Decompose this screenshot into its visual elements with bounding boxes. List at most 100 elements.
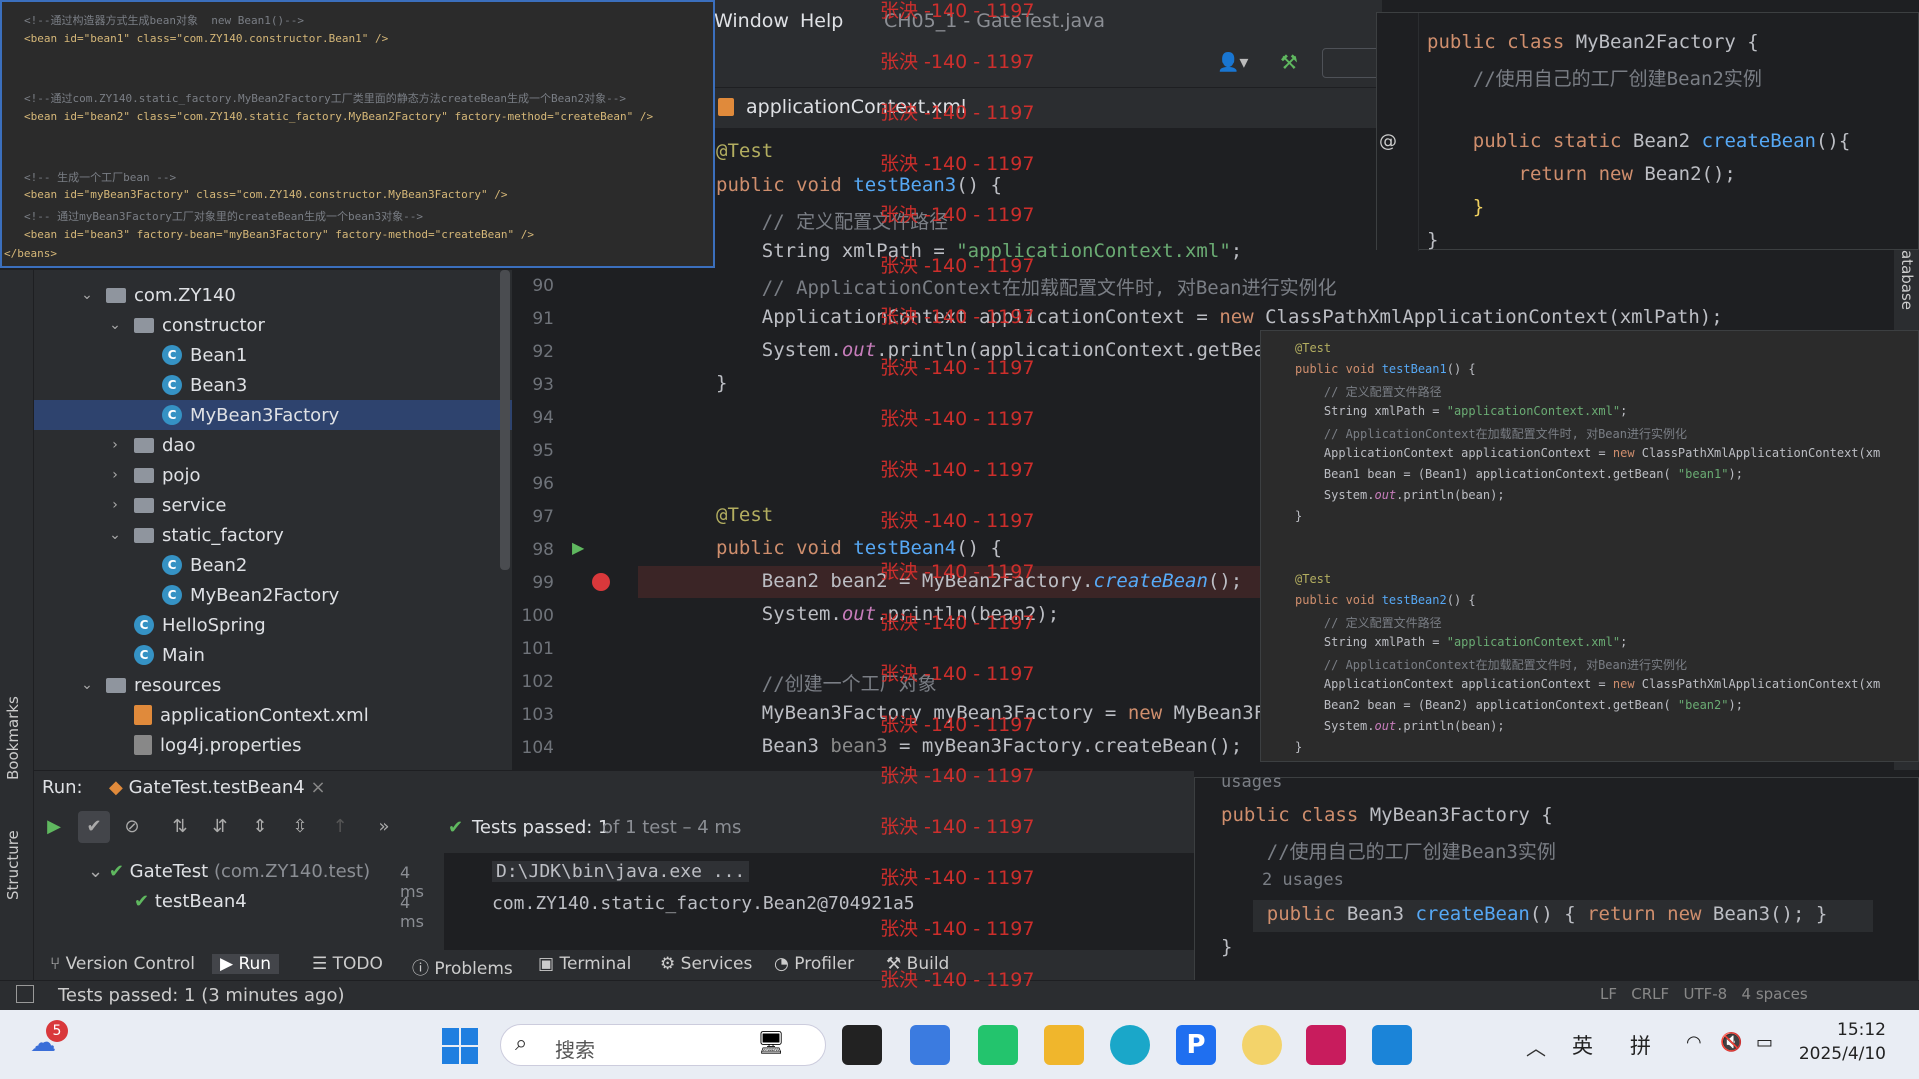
menu-help[interactable]: Help [800, 10, 843, 32]
tree-item[interactable]: C HelloSpring [34, 610, 512, 640]
test-methods-overlay: @Test public void testBean1() { // 定义配置文… [1260, 330, 1919, 762]
line-number: 91 [532, 309, 554, 329]
code-line: // 定义配置文件路径 [1323, 385, 1442, 399]
tree-item[interactable]: ⌄ static_factory [34, 520, 512, 550]
code-line: public class MyBean2Factory { [1427, 31, 1759, 53]
edge-browser-icon[interactable] [1110, 1025, 1150, 1065]
layout-icon[interactable] [16, 985, 34, 1003]
tree-item[interactable]: ⌄ constructor [34, 310, 512, 340]
app-icon-p[interactable]: P [1176, 1025, 1216, 1065]
code-line: System.out.println(bean); [1295, 719, 1505, 733]
chevron-down-icon[interactable]: ⌄ [80, 287, 94, 303]
chevron-right-icon[interactable]: › [108, 467, 122, 483]
store-icon[interactable] [910, 1025, 950, 1065]
watermark-text: 张泱 -140 - 1197 [880, 918, 1035, 940]
tree-item[interactable]: log4j.properties [34, 730, 512, 760]
tab-problems[interactable]: ⓘ Problems [412, 954, 513, 979]
battery-icon[interactable]: ▭ [1756, 1032, 1773, 1053]
rerun-icon[interactable]: ▶ [38, 811, 70, 843]
tab-terminal[interactable]: ▣ Terminal [538, 954, 631, 974]
tree-item[interactable]: › service [34, 490, 512, 520]
xml-line: <!-- 通过myBean3Factory工厂对象里的createBean生成一… [24, 210, 424, 223]
watermark-text: 张泱 -140 - 1197 [880, 408, 1035, 430]
code-line: // ApplicationContext在加载配置文件时, 对Bean进行实例… [1323, 658, 1687, 672]
tree-item[interactable]: › dao [34, 430, 512, 460]
chevron-right-icon[interactable]: › [108, 497, 122, 513]
tree-item[interactable]: ⌄ resources [34, 670, 512, 700]
mute-icon[interactable]: 🔇 [1720, 1032, 1742, 1053]
file-explorer-icon[interactable] [1044, 1025, 1084, 1065]
suite-package: (com.ZY140.test) [208, 861, 371, 882]
tab-todo[interactable]: ☰ TODO [312, 954, 383, 974]
xml-file-icon [134, 705, 152, 725]
tree-item[interactable]: C MyBean3Factory [34, 400, 512, 430]
app-icon-shell[interactable] [1242, 1025, 1282, 1065]
run-tab[interactable]: ◆ GateTest.testBean4 × [109, 777, 326, 798]
ime-mode[interactable]: 拼 [1630, 1030, 1651, 1060]
test-case-label: testBean4 [154, 891, 247, 912]
tab-version-control[interactable]: ⑂ Version Control [50, 954, 195, 974]
code-line: String xmlPath = "applicationContext.xml… [1295, 635, 1628, 649]
collapse-all-icon[interactable]: ⇳ [284, 811, 316, 843]
sort-duration-icon[interactable]: ⇵ [204, 811, 236, 843]
run-test-icon[interactable]: ▶ [572, 538, 588, 557]
project-scrollbar[interactable] [500, 270, 510, 570]
project-tree[interactable]: ⌄ com.ZY140 ⌄ constructor C Bean1 C Bean3 C MyBea… [34, 270, 512, 770]
intellij-idea-icon[interactable] [1306, 1025, 1346, 1065]
chevron-down-icon[interactable]: ⌄ [108, 317, 122, 333]
run-config-selector[interactable] [1322, 48, 1382, 78]
menu-window[interactable]: Window [714, 10, 789, 32]
test-tree[interactable]: ⌄ ✔ GateTest (com.ZY140.test) 4 ms ✔ tes… [78, 853, 438, 951]
main-toolbar: 👤▾ ⚒ [712, 40, 1382, 88]
close-icon[interactable]: × [310, 777, 325, 798]
tree-item[interactable]: › pojo [34, 460, 512, 490]
database-tab[interactable]: atabase [1898, 250, 1916, 310]
show-passed-icon[interactable]: ✔ [78, 811, 110, 843]
user-icon[interactable]: 👤▾ [1217, 52, 1248, 73]
tree-item[interactable]: C MyBean2Factory [34, 580, 512, 610]
tree-item[interactable]: C Main [34, 640, 512, 670]
xml-line: <!--通过构造器方式生成bean对象 new Bean1()--> [24, 14, 304, 27]
windows-start-icon[interactable] [442, 1028, 478, 1064]
test-suite-row[interactable]: ⌄ ✔ GateTest (com.ZY140.test) [88, 861, 370, 882]
build-hammer-icon[interactable]: ⚒ [1280, 50, 1298, 74]
wifi-icon[interactable]: ◠ [1686, 1032, 1702, 1053]
clock-time[interactable]: 15:12 [1806, 1020, 1886, 1040]
code-line: public class MyBean3Factory { [1221, 804, 1553, 826]
tab-services[interactable]: ⚙ Services [660, 954, 752, 974]
task-view-icon[interactable] [842, 1025, 882, 1065]
app-icon-green[interactable] [978, 1025, 1018, 1065]
console-output[interactable]: D:\JDK\bin\java.exe ... com.ZY140.static… [444, 853, 1194, 951]
structure-tab[interactable]: Structure [4, 830, 22, 900]
chevron-right-icon[interactable]: › [108, 437, 122, 453]
up-icon[interactable]: ↑ [324, 811, 356, 843]
line-number: 100 [521, 606, 554, 626]
breakpoint-icon[interactable] [592, 573, 610, 591]
chevron-up-icon[interactable]: ︿ [1526, 1032, 1546, 1061]
expand-all-icon[interactable]: ⇕ [244, 811, 276, 843]
taskbar-search[interactable]: ⌕ 搜索 🖥 [500, 1024, 826, 1066]
tab-run[interactable]: ▶ Run [212, 954, 280, 974]
sort-alpha-icon[interactable]: ⇅ [164, 811, 196, 843]
more-icon[interactable]: » [368, 811, 400, 843]
test-case-row[interactable]: ✔ testBean4 [134, 891, 247, 912]
tree-item[interactable]: C Bean1 [34, 340, 512, 370]
tree-item[interactable]: applicationContext.xml [34, 700, 512, 730]
search-icon: ⌕ [515, 1031, 528, 1056]
tree-item[interactable]: C Bean2 [34, 550, 512, 580]
line-number: 98 [532, 540, 554, 560]
ime-lang[interactable]: 英 [1572, 1030, 1593, 1060]
show-ignored-icon[interactable]: ⊘ [116, 811, 148, 843]
bookmarks-tab[interactable]: Bookmarks [4, 696, 22, 780]
line-number: 94 [532, 408, 554, 428]
chevron-down-icon[interactable]: ⌄ [80, 677, 94, 693]
vscode-icon[interactable] [1372, 1025, 1412, 1065]
check-icon: ✔ [448, 817, 464, 838]
tab-profiler[interactable]: ◔ Profiler [774, 954, 854, 974]
tree-item[interactable]: C Bean3 [34, 370, 512, 400]
clock-date[interactable]: 2025/4/10 [1780, 1044, 1886, 1064]
tree-item-label: dao [162, 434, 196, 456]
chevron-down-icon[interactable]: ⌄ [108, 527, 122, 543]
line-number: 95 [532, 441, 554, 461]
tree-item[interactable]: ⌄ com.ZY140 [34, 280, 512, 310]
